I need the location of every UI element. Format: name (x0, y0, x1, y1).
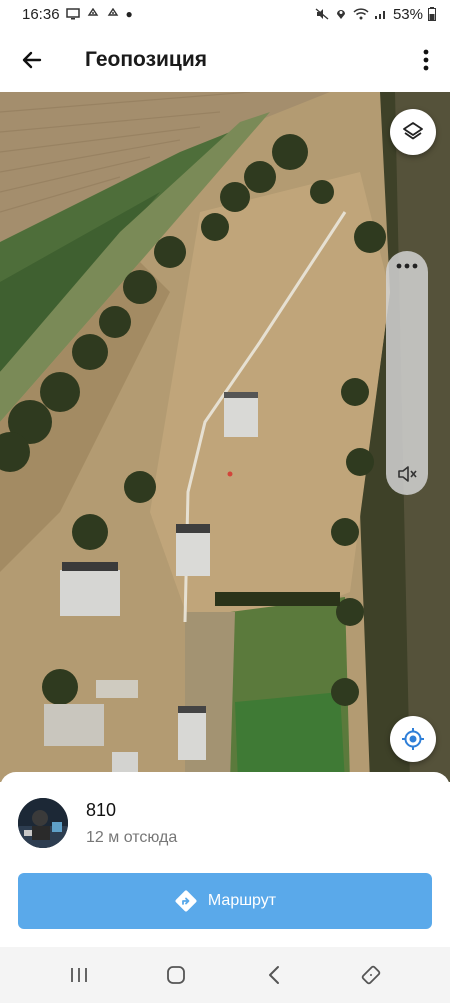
my-location-button[interactable] (390, 716, 436, 762)
page-title: Геопозиция (85, 48, 208, 71)
satellite-map[interactable] (0, 92, 450, 782)
back-button[interactable] (0, 28, 64, 92)
contact-distance: 12 м отсюда (86, 829, 178, 846)
arrow-left-icon (22, 51, 42, 69)
avatar-photo (18, 798, 68, 848)
route-button-label: Маршрут (207, 892, 277, 909)
mute-icon (315, 8, 329, 20)
map-imagery (0, 92, 450, 782)
layers-icon (403, 122, 423, 140)
recycle-icon (107, 8, 118, 16)
contact-sheet: 810 12 м отсюда Маршрут (0, 772, 450, 947)
route-button[interactable]: Маршрут (18, 873, 432, 929)
home-button[interactable] (146, 955, 206, 995)
location-icon (336, 10, 345, 19)
wifi-icon (353, 8, 369, 20)
avatar[interactable] (18, 798, 68, 848)
recents-icon (70, 968, 87, 982)
recycle-icon (87, 8, 98, 16)
layers-button[interactable] (390, 109, 436, 155)
back-icon (268, 966, 279, 984)
volume-off-icon[interactable] (396, 463, 418, 485)
more-options-button[interactable] (402, 28, 450, 92)
directions-icon (175, 890, 197, 912)
rotate-icon (361, 965, 381, 985)
home-icon (167, 966, 186, 984)
more-horiz-icon[interactable] (396, 263, 418, 269)
dot-icon: ● (125, 7, 133, 21)
my-location-icon (402, 728, 424, 750)
recents-button[interactable] (49, 955, 109, 995)
app-bar: Геопозиция (0, 28, 450, 92)
status-time: 16:36 (22, 5, 60, 23)
rotate-button[interactable] (341, 955, 401, 995)
contact-name: 810 (86, 800, 117, 820)
battery-icon (428, 7, 436, 21)
signal-icon (374, 11, 385, 19)
battery-text: 53% (392, 5, 423, 23)
status-bar: 16:36 ● 53% (0, 0, 450, 28)
monitor-icon (65, 8, 80, 20)
nav-back-button[interactable] (244, 955, 304, 995)
map-side-panel[interactable] (386, 251, 428, 495)
system-nav-bar (0, 947, 450, 1003)
more-vert-icon (423, 49, 429, 71)
